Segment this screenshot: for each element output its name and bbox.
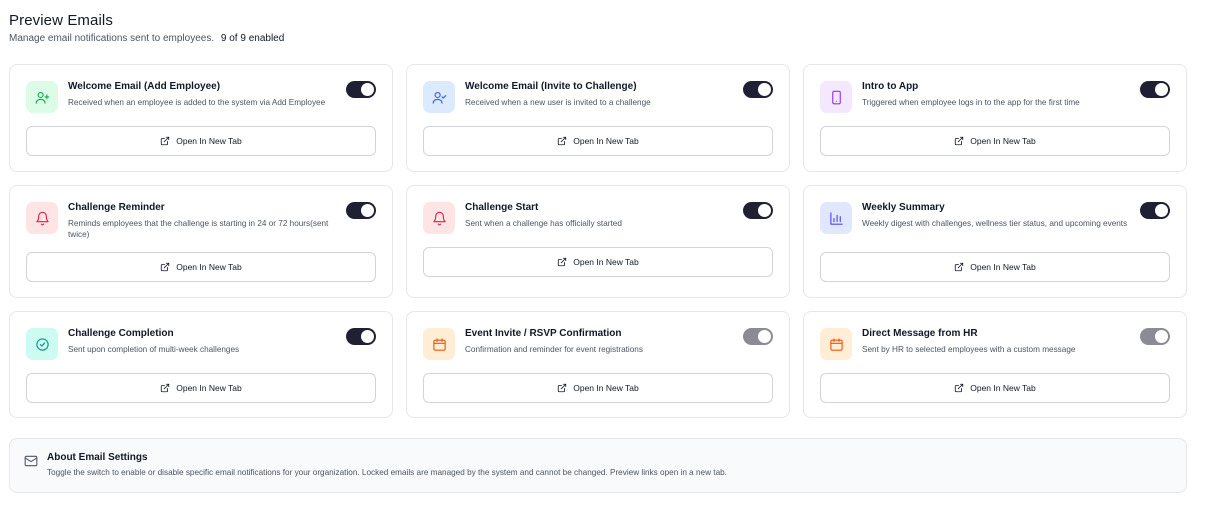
open-in-new-tab-button[interactable]: Open In New Tab	[423, 247, 773, 277]
card-description: Sent upon completion of multi-week chall…	[68, 345, 240, 354]
check-circle-icon	[26, 328, 58, 360]
card-title: Challenge Completion	[68, 328, 174, 339]
enable-toggle[interactable]	[346, 328, 376, 345]
open-in-new-tab-button[interactable]: Open In New Tab	[26, 126, 376, 156]
card-description: Sent when a challenge has officially sta…	[465, 219, 622, 228]
open-button-label: Open In New Tab	[176, 383, 242, 393]
enable-toggle[interactable]	[1140, 81, 1170, 98]
toggle-knob	[758, 330, 771, 343]
card-title: Direct Message from HR	[862, 328, 978, 339]
email-card-intro-to-app: Intro to App Triggered when employee log…	[803, 64, 1187, 172]
open-in-new-tab-button[interactable]: Open In New Tab	[423, 126, 773, 156]
card-title: Event Invite / RSVP Confirmation	[465, 328, 622, 339]
toggle-knob	[1155, 330, 1168, 343]
card-description: Reminds employees that the challenge is …	[68, 219, 329, 239]
user-check-icon	[423, 81, 455, 113]
email-cards-row-3: Challenge Completion Sent upon completio…	[9, 311, 1187, 418]
card-title: Welcome Email (Invite to Challenge)	[465, 81, 637, 92]
open-in-new-tab-button[interactable]: Open In New Tab	[26, 373, 376, 403]
about-text: Toggle the switch to enable or disable s…	[47, 468, 727, 477]
page-header: Preview Emails Manage email notification…	[9, 12, 284, 44]
toggle-knob	[758, 83, 771, 96]
calendar-icon	[423, 328, 455, 360]
toggle-knob	[1155, 204, 1168, 217]
external-link-icon	[161, 383, 170, 393]
locked-toggle[interactable]	[1140, 328, 1170, 345]
open-button-label: Open In New Tab	[176, 262, 242, 272]
card-description: Weekly digest with challenges, wellness …	[862, 219, 1128, 228]
page-title: Preview Emails	[9, 12, 113, 29]
email-card-welcome-add-employee: Welcome Email (Add Employee) Received wh…	[9, 64, 393, 172]
card-description: Confirmation and reminder for event regi…	[465, 345, 643, 354]
card-description: Received when a new user is invited to a…	[465, 98, 651, 107]
mail-icon	[24, 455, 38, 467]
open-button-label: Open In New Tab	[970, 136, 1036, 146]
calendar-icon	[820, 328, 852, 360]
enabled-count: 9 of 9 enabled	[220, 33, 285, 44]
enable-toggle[interactable]	[743, 202, 773, 219]
open-in-new-tab-button[interactable]: Open In New Tab	[820, 126, 1170, 156]
external-link-icon	[558, 136, 567, 146]
card-description: Sent by HR to selected employees with a …	[862, 345, 1076, 354]
enable-toggle[interactable]	[346, 202, 376, 219]
open-button-label: Open In New Tab	[573, 257, 639, 267]
about-email-settings-panel: About Email Settings Toggle the switch t…	[9, 438, 1187, 493]
email-card-challenge-completion: Challenge Completion Sent upon completio…	[9, 311, 393, 418]
email-card-event-invite-rsvp: Event Invite / RSVP Confirmation Confirm…	[406, 311, 790, 418]
page-subtitle: Manage email notifications sent to emplo…	[9, 33, 215, 44]
email-card-direct-message-hr: Direct Message from HR Sent by HR to sel…	[803, 311, 1187, 418]
toggle-knob	[361, 204, 374, 217]
card-title: Intro to App	[862, 81, 919, 92]
toggle-knob	[361, 83, 374, 96]
bell-icon	[26, 202, 58, 234]
about-title: About Email Settings	[47, 452, 148, 463]
card-description: Triggered when employee logs in to the a…	[862, 98, 1080, 107]
card-title: Challenge Start	[465, 202, 539, 213]
open-button-label: Open In New Tab	[573, 136, 639, 146]
external-link-icon	[955, 136, 964, 146]
email-cards-row-1: Welcome Email (Add Employee) Received wh…	[9, 64, 1187, 172]
card-description: Received when an employee is added to th…	[68, 98, 326, 107]
email-card-weekly-summary: Weekly Summary Weekly digest with challe…	[803, 185, 1187, 298]
toggle-knob	[361, 330, 374, 343]
external-link-icon	[558, 257, 567, 267]
enable-toggle[interactable]	[346, 81, 376, 98]
bar-chart-icon	[820, 202, 852, 234]
page-subtitle-row: Manage email notifications sent to emplo…	[9, 33, 284, 44]
external-link-icon	[955, 383, 964, 393]
open-button-label: Open In New Tab	[970, 262, 1036, 272]
open-in-new-tab-button[interactable]: Open In New Tab	[820, 373, 1170, 403]
toggle-knob	[1155, 83, 1168, 96]
card-title: Challenge Reminder	[68, 202, 165, 213]
email-card-challenge-start: Challenge Start Sent when a challenge ha…	[406, 185, 790, 298]
email-card-challenge-reminder: Challenge Reminder Reminds employees tha…	[9, 185, 393, 298]
open-button-label: Open In New Tab	[176, 136, 242, 146]
toggle-knob	[758, 204, 771, 217]
external-link-icon	[558, 383, 567, 393]
user-plus-icon	[26, 81, 58, 113]
external-link-icon	[161, 136, 170, 146]
enable-toggle[interactable]	[1140, 202, 1170, 219]
card-title: Weekly Summary	[862, 202, 945, 213]
bell-icon	[423, 202, 455, 234]
external-link-icon	[955, 262, 964, 272]
enable-toggle[interactable]	[743, 81, 773, 98]
open-in-new-tab-button[interactable]: Open In New Tab	[423, 373, 773, 403]
card-title: Welcome Email (Add Employee)	[68, 81, 221, 92]
open-button-label: Open In New Tab	[970, 383, 1036, 393]
email-card-welcome-invite-challenge: Welcome Email (Invite to Challenge) Rece…	[406, 64, 790, 172]
open-button-label: Open In New Tab	[573, 383, 639, 393]
email-cards-row-2: Challenge Reminder Reminds employees tha…	[9, 185, 1187, 298]
smartphone-icon	[820, 81, 852, 113]
external-link-icon	[161, 262, 170, 272]
open-in-new-tab-button[interactable]: Open In New Tab	[820, 252, 1170, 282]
open-in-new-tab-button[interactable]: Open In New Tab	[26, 252, 376, 282]
locked-toggle[interactable]	[743, 328, 773, 345]
